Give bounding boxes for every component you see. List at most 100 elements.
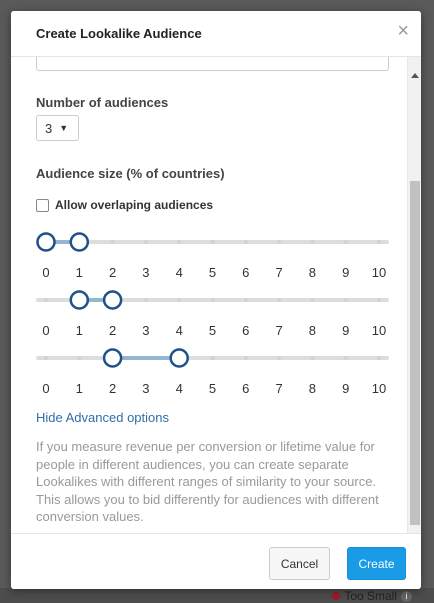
allow-overlap-checkbox-row[interactable]: Allow overlaping audiences <box>36 198 213 212</box>
slider-tick-label: 5 <box>208 323 217 338</box>
slider-tick-label: 3 <box>142 323 150 338</box>
slider-tick-dot <box>310 356 315 360</box>
scrollbar-thumb[interactable] <box>410 181 420 525</box>
slider-tick-dot <box>143 240 148 244</box>
slider-tick-label: 9 <box>342 265 350 280</box>
slider-tick-dot <box>44 298 48 302</box>
slider-handle-max[interactable] <box>102 290 123 310</box>
slider-track-svg <box>36 290 389 310</box>
slider-tick-dot <box>343 240 348 244</box>
hide-advanced-options-link[interactable]: Hide Advanced options <box>36 410 169 425</box>
slider-tick-dot <box>177 298 182 302</box>
slider-tick-dot <box>110 240 115 244</box>
modal-header: Create Lookalike Audience × <box>11 11 421 57</box>
slider-tick-labels: 0 1 2 3 4 5 6 7 8 9 10 <box>36 323 389 339</box>
slider-tick-dot <box>44 356 48 360</box>
slider-handle-min[interactable] <box>102 348 123 368</box>
slider-handle-max[interactable] <box>169 348 189 368</box>
close-icon[interactable]: × <box>397 21 409 41</box>
cancel-button[interactable]: Cancel <box>269 547 330 580</box>
slider-tick-label: 0 <box>42 323 50 338</box>
modal-title: Create Lookalike Audience <box>36 26 202 41</box>
audience-size-label: Audience size (% of countries) <box>36 166 225 181</box>
slider-tick-label: 2 <box>108 381 117 396</box>
slider-tick-dot <box>377 298 381 302</box>
slider-tick-label: 1 <box>75 323 83 338</box>
slider-tick-label: 2 <box>108 265 117 280</box>
slider-tick-label: 3 <box>142 381 150 396</box>
audience-range-slider-3[interactable]: 0 1 2 3 4 5 6 7 8 9 10 <box>36 348 389 401</box>
slider-tick-label: 4 <box>175 323 183 338</box>
slider-tick-dot <box>310 298 315 302</box>
audience-range-slider-2[interactable]: 0 1 2 3 4 5 6 7 8 9 10 <box>36 290 389 343</box>
slider-track-svg <box>36 348 389 368</box>
modal-footer: Cancel Create <box>11 533 421 589</box>
slider-tick-label: 7 <box>275 381 283 396</box>
audience-range-slider-1[interactable]: 0 1 2 3 4 5 6 7 8 9 10 <box>36 232 389 285</box>
slider-tick-dot <box>310 240 315 244</box>
slider-tick-label: 9 <box>342 381 350 396</box>
slider-tick-label: 5 <box>208 381 217 396</box>
slider-tick-labels: 0 1 2 3 4 5 6 7 8 9 10 <box>36 265 389 281</box>
background-status-badge: Too Small i <box>332 589 412 603</box>
slider-tick-label: 2 <box>108 323 117 338</box>
slider-tick-dot <box>210 356 215 360</box>
slider-tick-dot <box>243 240 248 244</box>
slider-tick-label: 1 <box>75 381 83 396</box>
slider-tick-labels: 0 1 2 3 4 5 6 7 8 9 10 <box>36 381 389 397</box>
status-badge-text: Too Small <box>344 589 397 603</box>
slider-tick-label: 3 <box>142 265 150 280</box>
slider-tick-label: 8 <box>308 323 316 338</box>
slider-tick-label: 6 <box>242 323 250 338</box>
slider-tick-dot <box>210 298 215 302</box>
scrollbar[interactable] <box>407 57 421 545</box>
slider-tick-label: 5 <box>208 265 217 280</box>
source-input-field[interactable] <box>36 57 389 71</box>
status-dot-icon <box>332 592 341 600</box>
slider-tick-dot <box>277 240 282 244</box>
slider-tick-label: 6 <box>242 381 250 396</box>
slider-tick-dot <box>77 356 82 360</box>
slider-tick-label: 8 <box>308 381 316 396</box>
chevron-down-icon: ▼ <box>59 123 69 133</box>
select-value: 3 <box>45 120 53 136</box>
slider-tick-dot <box>277 356 282 360</box>
slider-tick-dot <box>377 240 381 244</box>
allow-overlap-label: Allow overlaping audiences <box>55 198 214 212</box>
slider-tick-label: 1 <box>75 265 83 280</box>
slider-tick-dot <box>277 298 282 302</box>
slider-tick-label: 4 <box>175 381 183 396</box>
modal-body[interactable]: Number of audiences 3 ▼ Audience size (%… <box>11 57 407 545</box>
slider-handle-min[interactable] <box>69 290 90 310</box>
slider-tick-label: 4 <box>175 265 183 280</box>
slider-tick-label: 0 <box>42 265 50 280</box>
slider-handle-min[interactable] <box>36 232 56 252</box>
slider-tick-dot <box>343 298 348 302</box>
slider-tick-label: 0 <box>42 381 50 396</box>
slider-tick-dot <box>377 356 381 360</box>
number-of-audiences-select[interactable]: 3 ▼ <box>36 115 79 141</box>
slider-tick-label: 9 <box>342 323 350 338</box>
slider-tick-dot <box>243 356 248 360</box>
slider-tick-dot <box>343 356 348 360</box>
slider-tick-label: 7 <box>275 265 283 280</box>
slider-tick-dot <box>143 298 148 302</box>
slider-handle-max[interactable] <box>69 232 90 252</box>
slider-track-svg <box>36 232 389 252</box>
info-icon: i <box>401 590 412 602</box>
lookalike-audience-modal: Create Lookalike Audience × Number of au… <box>11 11 421 589</box>
slider-tick-label: 10 <box>371 265 387 280</box>
number-of-audiences-label: Number of audiences <box>36 95 169 110</box>
slider-selected-range <box>112 356 180 360</box>
slider-tick-label: 8 <box>308 265 316 280</box>
scroll-up-icon[interactable] <box>411 73 419 78</box>
slider-tick-dot <box>210 240 215 244</box>
slider-tick-dot <box>243 298 248 302</box>
slider-tick-dot <box>177 240 182 244</box>
slider-tick-label: 10 <box>371 323 387 338</box>
slider-tick-label: 7 <box>275 323 283 338</box>
create-button[interactable]: Create <box>347 547 406 580</box>
allow-overlap-checkbox[interactable] <box>36 198 49 212</box>
help-text: If you measure revenue per conversion or… <box>36 439 379 524</box>
slider-tick-label: 6 <box>242 265 250 280</box>
